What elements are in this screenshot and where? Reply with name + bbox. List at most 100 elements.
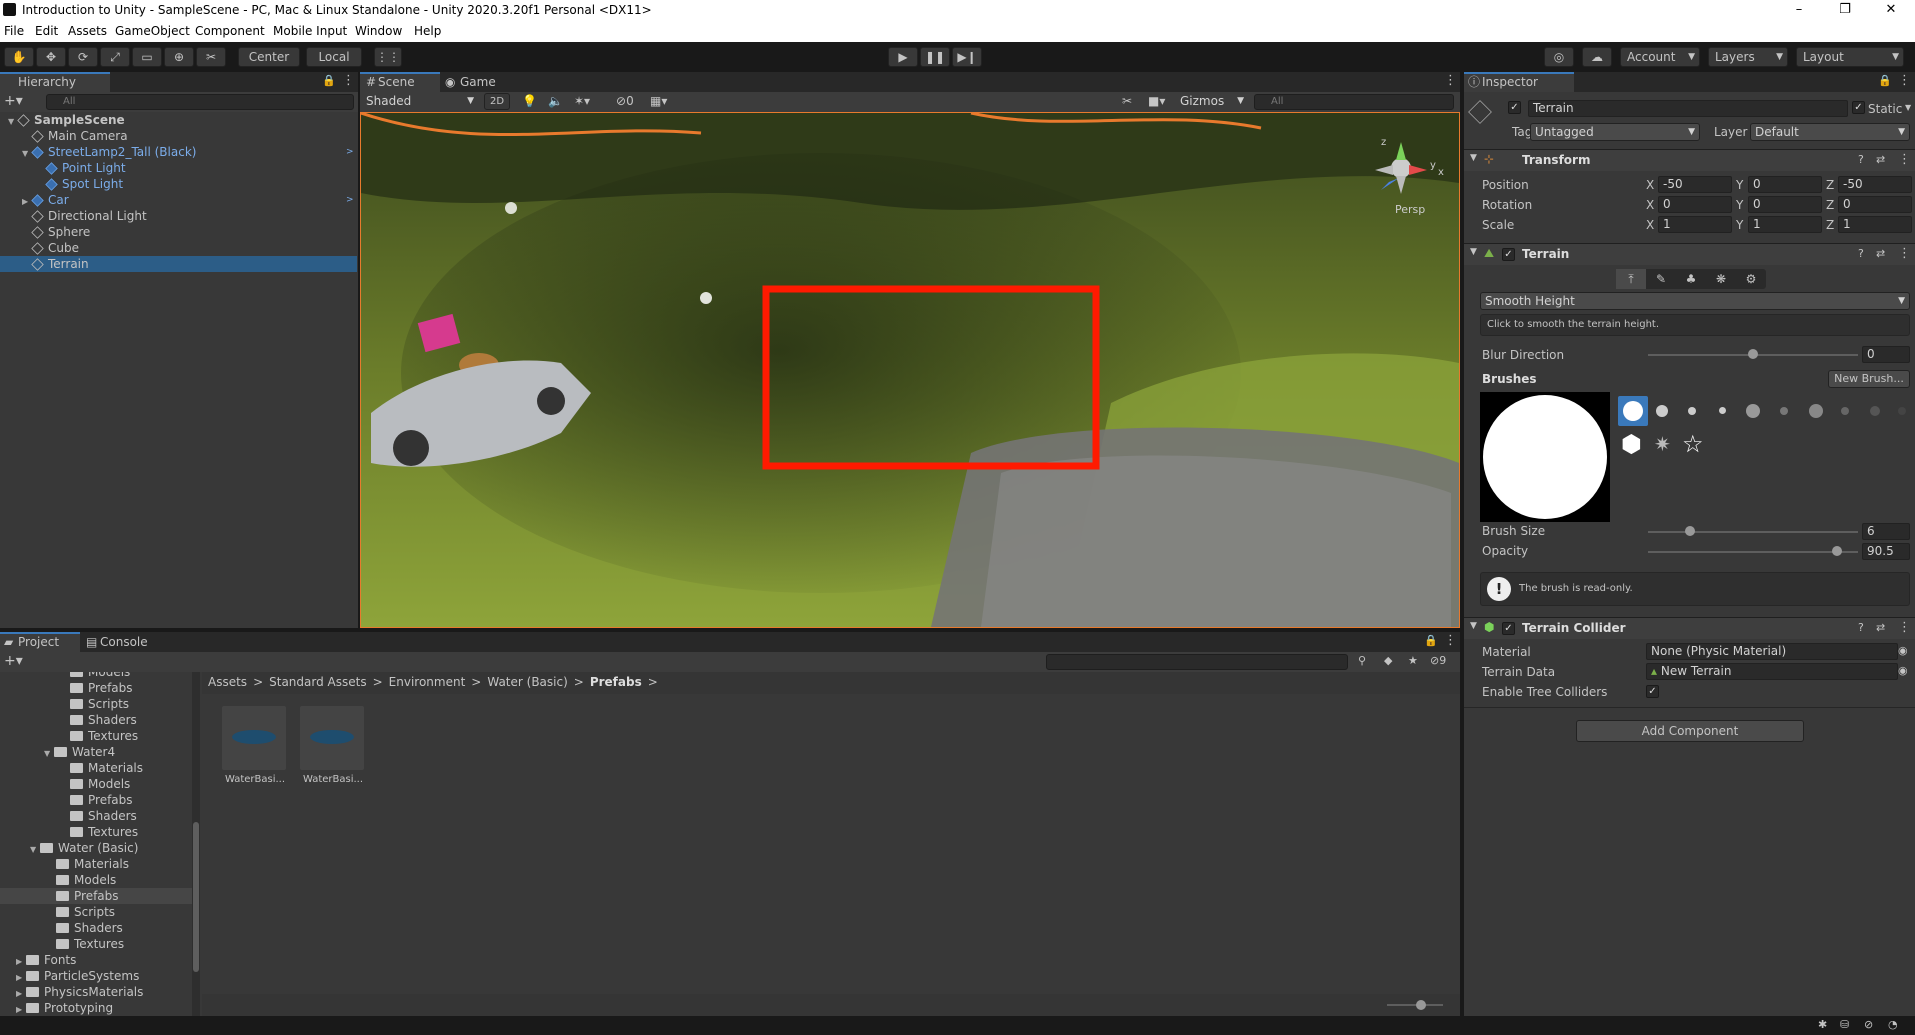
project-folder-item[interactable]: Prefabs <box>0 792 192 808</box>
pivot-center-button[interactable]: Center <box>238 47 300 67</box>
maximize-button[interactable]: ❐ <box>1822 0 1868 21</box>
help-icon[interactable]: ? <box>1858 247 1864 260</box>
more-icon[interactable]: ⋮ <box>1898 73 1911 88</box>
brush-hexagon-icon[interactable]: ⬢ <box>1621 430 1642 458</box>
cache-icon[interactable]: ⛁ <box>1840 1018 1849 1031</box>
object-picker-icon[interactable]: ◉ <box>1898 664 1908 677</box>
zoom-slider-knob[interactable] <box>1416 1000 1426 1010</box>
menu-file[interactable]: File <box>4 24 24 38</box>
project-folder-item[interactable]: Models <box>0 672 192 680</box>
brush-tiny-icon[interactable] <box>1719 407 1726 414</box>
brush-size-slider[interactable] <box>1648 531 1858 533</box>
pause-button[interactable]: ❚❚ <box>920 47 950 67</box>
transform-rotation-x-field[interactable]: 0 <box>1658 196 1732 213</box>
lock-icon[interactable]: 🔒 <box>1878 74 1892 87</box>
minimize-button[interactable]: – <box>1776 0 1822 21</box>
project-folder-item[interactable]: ▶ Fonts <box>0 952 192 968</box>
hidden-packages-icon[interactable]: ⊘9 <box>1430 654 1446 667</box>
hierarchy-item[interactable]: Main Camera <box>0 128 357 144</box>
gizmos-dropdown[interactable]: Gizmos ▼ <box>1176 93 1248 111</box>
project-folder-item[interactable]: ▶ ParticleSystems <box>0 968 192 984</box>
scene-search-input[interactable]: All <box>1254 94 1454 110</box>
hierarchy-item[interactable]: Terrain <box>0 256 357 272</box>
collider-enabled-checkbox[interactable]: ✓ <box>1502 622 1515 635</box>
chevron-down-icon[interactable]: ▼ <box>1905 103 1911 112</box>
filter-type-icon[interactable]: ⚲ <box>1358 654 1366 667</box>
project-folder-item[interactable]: Textures <box>0 824 192 840</box>
project-folder-item[interactable]: Materials <box>0 856 192 872</box>
project-folder-item[interactable]: Scripts <box>0 696 192 712</box>
terrain-enabled-checkbox[interactable]: ✓ <box>1502 248 1515 261</box>
transform-scale-z-field[interactable]: 1 <box>1838 216 1912 233</box>
static-checkbox[interactable]: ✓ <box>1852 101 1865 114</box>
project-folder-item[interactable]: Models <box>0 776 192 792</box>
brush-small-icon[interactable] <box>1688 407 1696 415</box>
tab-project[interactable]: ▰ Project <box>0 632 80 652</box>
project-folder-item[interactable]: ▼ Water (Basic) <box>0 840 192 856</box>
lock-icon[interactable]: 🔒 <box>1424 634 1438 647</box>
blur-direction-field[interactable]: 0 <box>1862 346 1910 363</box>
project-folder-item[interactable]: Shaders <box>0 920 192 936</box>
tab-inspector[interactable]: ⓘ Inspector <box>1464 72 1574 92</box>
grid-snap-icon[interactable]: ⋮⋮ <box>374 47 402 67</box>
asset-item[interactable] <box>300 706 364 770</box>
brush-round-icon[interactable] <box>1623 401 1643 421</box>
close-button[interactable]: ✕ <box>1868 0 1914 21</box>
menu-component[interactable]: Component <box>195 24 265 38</box>
mode-2d-button[interactable]: 2D <box>484 93 510 110</box>
step-button[interactable]: ▶❙ <box>952 47 982 67</box>
transform-tool-icon[interactable]: ⊕ <box>164 47 194 67</box>
transform-rotation-y-field[interactable]: 0 <box>1748 196 1822 213</box>
filter-label-icon[interactable]: ◆ <box>1384 654 1392 667</box>
active-checkbox[interactable]: ✓ <box>1508 101 1521 114</box>
project-search-input[interactable] <box>1046 654 1348 670</box>
asset-item[interactable] <box>222 706 286 770</box>
collab-icon[interactable]: ◎ <box>1544 47 1574 67</box>
more-icon[interactable]: ⋮ <box>1898 620 1911 635</box>
camera-icon[interactable]: ■▾ <box>1148 94 1165 108</box>
help-icon[interactable]: ? <box>1858 153 1864 166</box>
tab-scene[interactable]: # Scene <box>360 72 440 92</box>
terrain-collider-header[interactable]: ▼ ⬢ ✓ Terrain Collider ? ⇄ ⋮ <box>1464 617 1915 639</box>
layout-dropdown[interactable]: Layout ▼ <box>1796 47 1904 67</box>
more-icon[interactable]: ⋮ <box>1898 246 1911 261</box>
lighting-icon[interactable]: 💡 <box>522 94 537 108</box>
tree-scrollbar[interactable] <box>192 672 200 1016</box>
expand-arrow-icon[interactable]: ▶ <box>16 1002 26 1016</box>
brush-faint-icon[interactable] <box>1898 407 1906 415</box>
menu-gameobject[interactable]: GameObject <box>115 24 190 38</box>
presets-icon[interactable]: ⇄ <box>1876 153 1885 166</box>
hierarchy-item[interactable]: ▼ SampleScene <box>0 112 357 128</box>
breadcrumb-item[interactable]: Water (Basic) <box>487 675 567 689</box>
scale-tool-icon[interactable]: ⤢ <box>100 47 130 67</box>
hierarchy-item[interactable]: ▶ Car > <box>0 192 357 208</box>
presets-icon[interactable]: ⇄ <box>1876 621 1885 634</box>
account-dropdown[interactable]: Account ▼ <box>1620 47 1700 67</box>
layer-dropdown[interactable]: Default ▼ <box>1750 123 1910 141</box>
brush-size-field[interactable]: 6 <box>1862 523 1910 540</box>
tab-game[interactable]: ◉ Game <box>442 72 512 92</box>
more-icon[interactable]: ⋮ <box>1898 152 1911 167</box>
tree-scrollbar-thumb[interactable] <box>193 822 199 972</box>
scene-viewport[interactable]: y x z Persp <box>360 112 1460 628</box>
brush-star-icon[interactable]: ☆ <box>1682 430 1704 458</box>
terrain-settings-icon[interactable]: ⚙ <box>1736 269 1766 289</box>
rect-tool-icon[interactable]: ▭ <box>132 47 162 67</box>
opacity-field[interactable]: 90.5 <box>1862 543 1910 560</box>
rotate-tool-icon[interactable]: ⟳ <box>68 47 98 67</box>
hand-tool-icon[interactable]: ✋ <box>4 47 34 67</box>
transform-position-y-field[interactable]: 0 <box>1748 176 1822 193</box>
menu-mobile-input[interactable]: Mobile Input <box>273 24 347 38</box>
project-folder-item[interactable]: Textures <box>0 728 192 744</box>
lock-icon[interactable]: 🔒 <box>322 74 336 87</box>
tools-icon[interactable]: ✂ <box>1122 94 1132 108</box>
bug-icon[interactable]: ✱ <box>1818 1018 1827 1031</box>
material-field[interactable]: None (Physic Material) <box>1646 643 1898 660</box>
brush-crack-icon[interactable] <box>1870 406 1880 416</box>
paint-trees-icon[interactable]: ♣ <box>1676 269 1706 289</box>
favorite-icon[interactable]: ★ <box>1408 654 1418 667</box>
audio-icon[interactable]: 🔈 <box>548 94 563 108</box>
hierarchy-item[interactable]: Cube <box>0 240 357 256</box>
breadcrumb-item[interactable]: Assets <box>208 675 247 689</box>
project-folder-item[interactable]: ▶ Prototyping <box>0 1000 192 1016</box>
